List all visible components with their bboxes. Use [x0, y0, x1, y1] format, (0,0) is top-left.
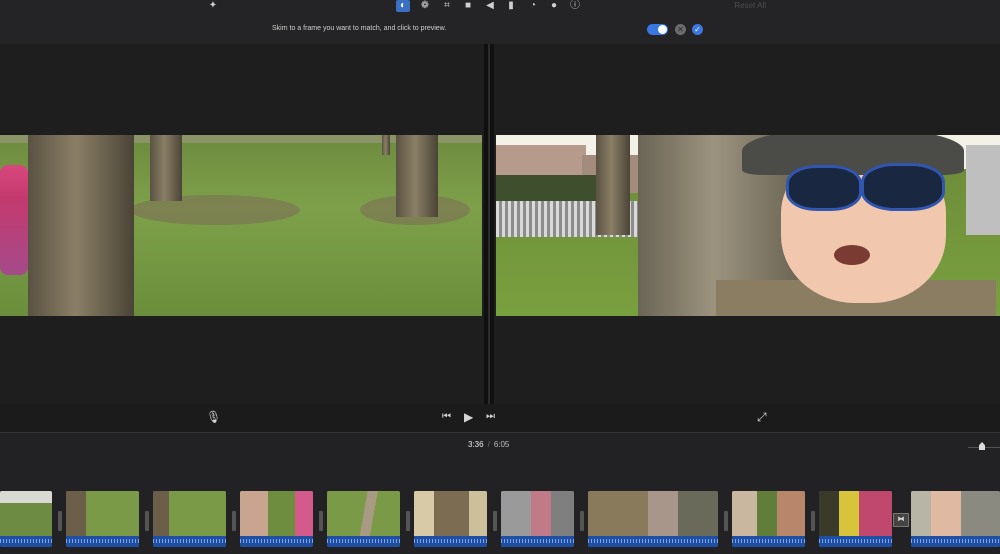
match-color-hint-bar: Skim to a frame you want to match, and c…	[0, 14, 1000, 44]
timeline-zoom-knob[interactable]	[979, 442, 985, 450]
volume-icon[interactable]: ◀	[483, 0, 497, 12]
clip-gap[interactable]	[406, 511, 410, 531]
clip-gap[interactable]	[145, 511, 149, 531]
clip-gap[interactable]	[493, 511, 497, 531]
clip-gap[interactable]	[232, 511, 236, 531]
clip-gap[interactable]	[58, 511, 62, 531]
timeline-clip[interactable]	[327, 491, 400, 547]
cancel-match-icon[interactable]: ✕	[675, 24, 686, 35]
preview-viewer[interactable]	[494, 44, 1000, 404]
timeline-clip[interactable]	[819, 491, 892, 547]
reset-all-button[interactable]: Reset All	[734, 1, 766, 10]
skip-back-icon[interactable]: ⏮	[442, 412, 451, 422]
noise-reduction-icon[interactable]: ▮	[504, 0, 518, 12]
source-frame-image	[0, 135, 482, 316]
total-duration: 6:05	[493, 440, 510, 449]
skip-forward-icon[interactable]: ⏭	[486, 412, 495, 422]
microphone-icon[interactable]: 🎙	[206, 411, 221, 423]
timeline-clip[interactable]	[414, 491, 487, 547]
preview-frame-image	[496, 135, 1000, 316]
timecode: 3:36/6:05	[468, 440, 509, 449]
current-time: 3:36	[468, 440, 484, 449]
clip-gap[interactable]	[811, 511, 815, 531]
clip-gap[interactable]	[319, 511, 323, 531]
play-icon[interactable]: ▶	[464, 411, 473, 423]
timeline-clip[interactable]	[66, 491, 139, 547]
timeline-clip[interactable]	[588, 491, 718, 547]
timeline-clip[interactable]	[153, 491, 226, 547]
adjustments-toolbar: ✦ ◐ ❁ ⌗ ■ ◀ ▮ ◔ ● ⓘ Reset All	[0, 0, 1000, 14]
info-icon[interactable]: ⓘ	[568, 0, 582, 12]
timeline-clip[interactable]	[0, 491, 52, 547]
playback-controls: 🎙 ⏮ ▶ ⏭ ⤢	[0, 404, 1000, 432]
viewer-splitter[interactable]	[484, 44, 494, 404]
magic-wand-icon[interactable]: ✦	[206, 0, 220, 12]
transition-icon[interactable]: ⧓	[893, 513, 909, 527]
timeline-clip[interactable]	[501, 491, 574, 547]
clip-gap[interactable]	[580, 511, 584, 531]
fullscreen-icon[interactable]: ⤢	[757, 411, 767, 423]
timeline[interactable]: 3:36/6:05 ⧓	[0, 432, 1000, 554]
match-color-toggle[interactable]	[647, 24, 668, 35]
apply-match-icon[interactable]: ✓	[692, 24, 703, 35]
video-overlay-icon[interactable]: ●	[547, 0, 561, 12]
color-balance-icon[interactable]: ◐	[396, 0, 410, 12]
crop-icon[interactable]: ⌗	[440, 0, 454, 12]
match-color-hint: Skim to a frame you want to match, and c…	[272, 25, 447, 32]
time-separator: /	[487, 440, 490, 449]
speed-icon[interactable]: ◔	[526, 0, 540, 12]
clip-gap[interactable]	[724, 511, 728, 531]
timeline-clip[interactable]	[240, 491, 313, 547]
camera-stabilization-icon[interactable]: ■	[461, 0, 475, 12]
timeline-clip[interactable]	[732, 491, 805, 547]
source-frame-viewer[interactable]	[0, 44, 484, 404]
color-correction-icon[interactable]: ❁	[418, 0, 432, 12]
timeline-clip[interactable]	[911, 491, 1000, 547]
